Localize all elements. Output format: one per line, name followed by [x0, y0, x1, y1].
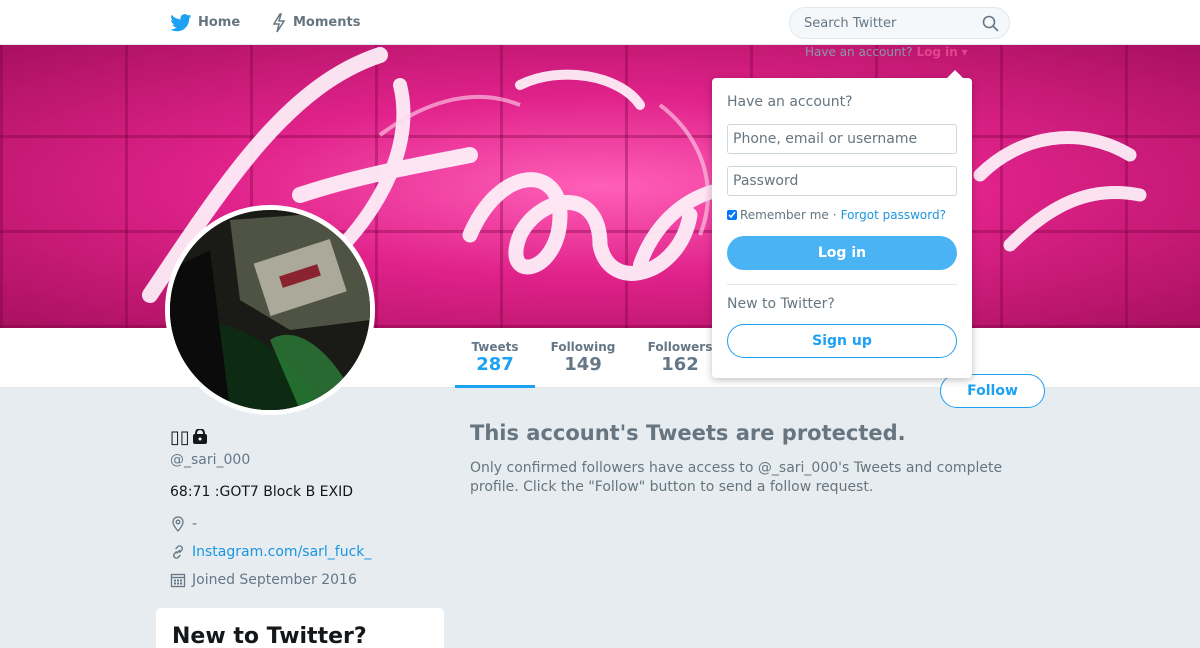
- nav-moments-label: Moments: [293, 15, 361, 30]
- dropdown-caret: [947, 70, 963, 78]
- calendar-icon: [170, 573, 186, 588]
- profile-website: Instagram.com/sarl_fuck_: [170, 544, 371, 560]
- protected-message: Only confirmed followers have access to …: [470, 460, 1003, 495]
- stat-followers-label: Followers: [647, 340, 713, 354]
- login-dropdown: Have an account? Remember me · Forgot pa…: [712, 70, 972, 378]
- nav-home-label: Home: [198, 15, 241, 30]
- login-dropdown-heading: Have an account?: [727, 94, 853, 110]
- profile-join-text: Joined September 2016: [192, 572, 357, 588]
- new-to-twitter-card: New to Twitter?: [156, 608, 444, 648]
- profile-join-date: Joined September 2016: [170, 572, 357, 588]
- dropdown-divider: [727, 284, 957, 285]
- remember-me-label: Remember me: [740, 208, 829, 222]
- profile-name-row: ▯▯: [170, 426, 208, 448]
- search-input[interactable]: [802, 14, 976, 32]
- nav-moments-link[interactable]: Moments: [271, 0, 360, 45]
- stat-following-label: Following: [550, 340, 616, 354]
- header-login-prompt: Have an account? Log in ▾: [805, 45, 968, 61]
- profile-website-link[interactable]: Instagram.com/sarl_fuck_: [192, 544, 371, 560]
- profile-bio: 68:71 :GOT7 Block B EXID: [170, 484, 354, 500]
- profile-name: ▯▯: [170, 426, 190, 448]
- profile-location: -: [170, 516, 197, 532]
- signup-button[interactable]: Sign up: [727, 324, 957, 358]
- remember-separator: ·: [832, 208, 837, 222]
- avatar[interactable]: [165, 205, 375, 415]
- new-to-twitter-heading: New to Twitter?: [727, 296, 835, 312]
- stat-tweets-label: Tweets: [471, 340, 519, 354]
- top-navigation-bar: Home Moments: [0, 0, 1200, 45]
- forgot-password-link[interactable]: Forgot password?: [841, 208, 946, 222]
- new-to-twitter-title: New to Twitter?: [172, 624, 367, 648]
- search-icon[interactable]: [982, 15, 999, 32]
- remember-row: Remember me · Forgot password?: [727, 208, 946, 222]
- search-box: [789, 7, 1010, 39]
- profile-location-text: -: [192, 516, 198, 532]
- stat-following-value: 149: [564, 354, 602, 375]
- username-field[interactable]: [727, 124, 957, 154]
- profile-handle[interactable]: @_sari_000: [170, 452, 250, 468]
- chevron-down-icon[interactable]: ▾: [962, 45, 968, 59]
- stat-tweets-value: 287: [476, 354, 514, 375]
- header-login-text: Have an account?: [805, 45, 913, 59]
- lock-icon: [192, 429, 207, 444]
- avatar-image: [170, 210, 370, 410]
- twitter-bird-icon: [170, 13, 192, 31]
- remember-me-checkbox[interactable]: [727, 210, 737, 220]
- protected-title: This account's Tweets are protected.: [470, 421, 906, 445]
- link-icon: [173, 545, 183, 559]
- stat-followers[interactable]: Followers 162: [645, 328, 715, 388]
- stat-tweets[interactable]: Tweets 287: [455, 328, 535, 388]
- header-login-link[interactable]: Log in: [916, 45, 957, 59]
- lightning-bolt-icon: [272, 12, 286, 32]
- password-field[interactable]: [727, 166, 957, 196]
- follow-button[interactable]: Follow: [940, 374, 1045, 408]
- stat-followers-value: 162: [661, 354, 699, 375]
- stat-following[interactable]: Following 149: [543, 328, 623, 388]
- login-button[interactable]: Log in: [727, 236, 957, 270]
- location-pin-icon: [172, 516, 184, 532]
- nav-home-link[interactable]: Home: [170, 0, 240, 45]
- avatar-photo-graphic: [170, 210, 370, 410]
